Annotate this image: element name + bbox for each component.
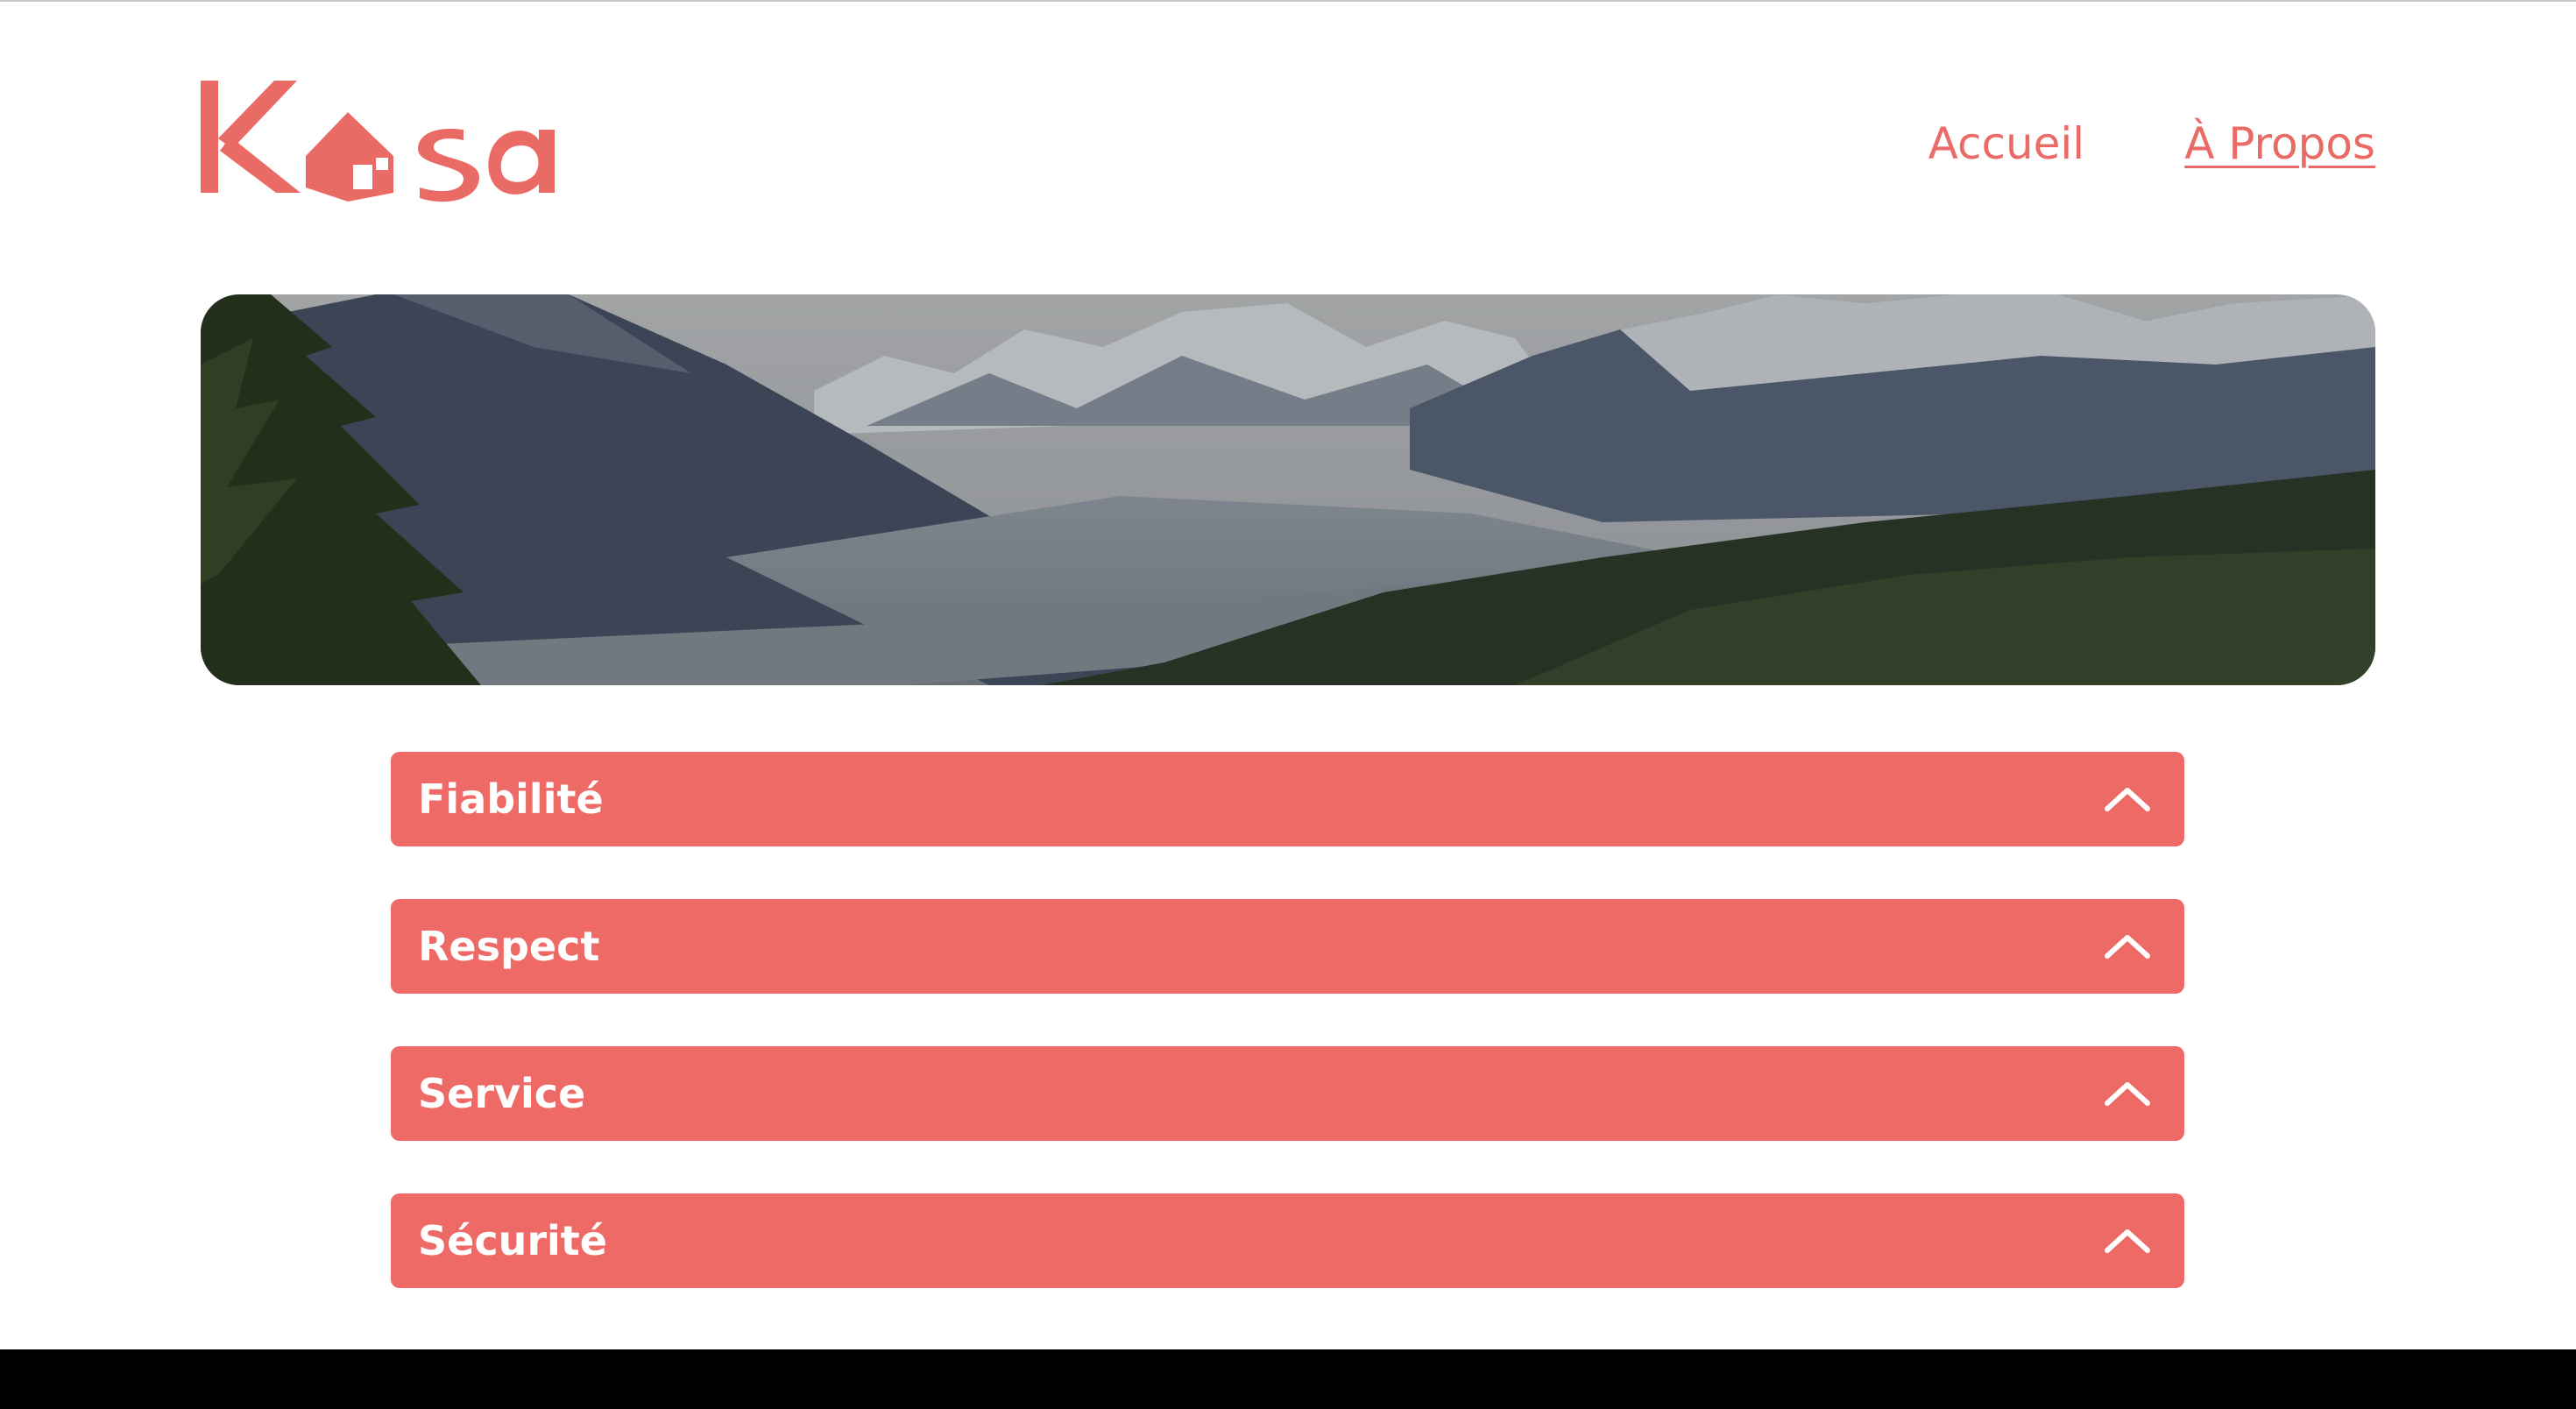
accordion-title: Service xyxy=(418,1070,586,1117)
chevron-up-icon[interactable] xyxy=(2104,933,2151,959)
main-nav: Accueil À Propos xyxy=(1928,112,2375,175)
accordion-item-securite[interactable]: Sécurité xyxy=(391,1193,2184,1288)
accordion-item-fiabilite[interactable]: Fiabilité xyxy=(391,752,2184,846)
kasa-logo[interactable] xyxy=(201,77,577,203)
accordion-title: Sécurité xyxy=(418,1217,607,1264)
accordion-item-respect[interactable]: Respect xyxy=(391,899,2184,994)
accordion-item-service[interactable]: Service xyxy=(391,1046,2184,1141)
values-accordion: Fiabilité Respect Service Sécurité xyxy=(391,752,2184,1341)
accordion-title: Respect xyxy=(418,923,600,970)
chevron-up-icon[interactable] xyxy=(2104,1228,2151,1254)
nav-link-accueil[interactable]: Accueil xyxy=(1928,112,2085,175)
banner-image xyxy=(201,294,2375,685)
mountain-landscape-image xyxy=(201,294,2375,685)
nav-link-a-propos[interactable]: À Propos xyxy=(2184,112,2375,175)
chevron-up-icon[interactable] xyxy=(2104,786,2151,812)
footer xyxy=(0,1349,2576,1409)
accordion-title: Fiabilité xyxy=(418,775,604,823)
chevron-up-icon[interactable] xyxy=(2104,1080,2151,1107)
page: Accueil À Propos Fiabilité Respect Servi… xyxy=(0,0,2576,1349)
